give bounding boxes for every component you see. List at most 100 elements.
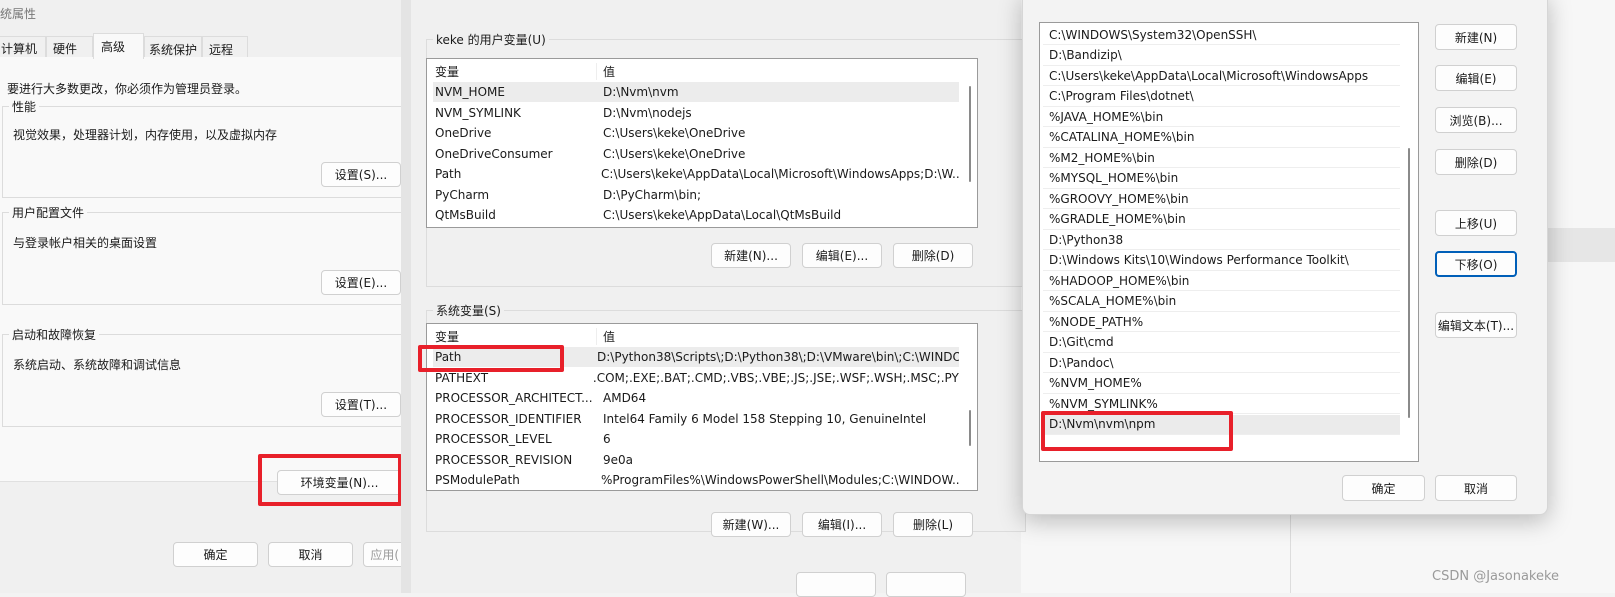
- path-entry[interactable]: %NODE_PATH%: [1043, 312, 1400, 332]
- group-label: keke 的用户变量(U): [433, 31, 549, 48]
- path-entry[interactable]: C:\Users\keke\AppData\Local\Microsoft\Wi…: [1043, 66, 1400, 86]
- user-new-button[interactable]: 新建(N)...: [711, 243, 791, 268]
- table-header: 变量值: [433, 325, 959, 347]
- tab-computer-name[interactable]: 计算机名: [0, 36, 46, 73]
- system-properties-dialog: 统属性 计算机名 硬件 高级 系统保护 远程 要进行大多数更改，你必须作为管理员…: [0, 0, 448, 593]
- table-row[interactable]: NVM_SYMLINK D:\Nvm\nodejs: [433, 103, 959, 123]
- delete-button[interactable]: 删除(D): [1435, 149, 1517, 175]
- ok-button[interactable]: 确定: [1342, 475, 1425, 501]
- column-header-value[interactable]: 值: [596, 327, 615, 345]
- watermark: CSDN @Jasonakeke: [1432, 569, 1560, 584]
- path-entry[interactable]: %SCALA_HOME%\bin: [1043, 292, 1400, 312]
- path-entry[interactable]: D:\Git\cmd: [1043, 333, 1400, 353]
- variable-value: D:\Nvm\nvm: [603, 85, 679, 99]
- variable-value: C:\Users\keke\AppData\Local\Microsoft\Wi…: [601, 167, 959, 181]
- path-entry[interactable]: %GRADLE_HOME%\bin: [1043, 210, 1400, 230]
- table-row[interactable]: OneDrive C:\Users\keke\OneDrive: [433, 123, 959, 143]
- variable-name: PATHEXT: [435, 370, 489, 385]
- user-edit-button[interactable]: 编辑(E)...: [802, 243, 882, 268]
- tab-panel: 要进行大多数更改，你必须作为管理员登录。 性能 视觉效果，处理器计划，内存使用，…: [0, 57, 412, 495]
- group-label: 启动和故障恢复: [9, 326, 100, 343]
- tab-hardware[interactable]: 硬件: [46, 36, 93, 58]
- path-entry[interactable]: C:\Program Files\dotnet\: [1043, 87, 1400, 107]
- ok-button[interactable]: 确定: [173, 542, 258, 567]
- user-delete-button[interactable]: 删除(D): [893, 243, 973, 268]
- path-entry[interactable]: %NVM_HOME%: [1043, 374, 1400, 394]
- table-row[interactable]: NVM_HOME D:\Nvm\nvm: [433, 82, 959, 102]
- browse-button[interactable]: 浏览(B)...: [1435, 107, 1517, 133]
- new-button[interactable]: 新建(N): [1435, 24, 1517, 50]
- startup-settings-button[interactable]: 设置(T)...: [321, 392, 401, 417]
- variable-value: D:\PyCharm\bin;: [603, 187, 702, 202]
- system-edit-button[interactable]: 编辑(I)...: [802, 512, 882, 537]
- path-entry[interactable]: %GROOVY_HOME%\bin: [1043, 189, 1400, 209]
- path-entry[interactable]: %CATALINA_HOME%\bin: [1043, 128, 1400, 148]
- tab-remote[interactable]: 远程: [202, 36, 248, 58]
- tab-advanced[interactable]: 高级: [93, 33, 144, 59]
- tab-system-protection[interactable]: 系统保护: [144, 36, 202, 58]
- background-band: [1548, 228, 1615, 262]
- cancel-button[interactable]: 取消: [268, 542, 353, 567]
- column-header-value[interactable]: 值: [596, 62, 615, 80]
- variable-name: OneDrive: [435, 126, 492, 140]
- column-header-name[interactable]: 变量: [433, 328, 596, 345]
- tab-bar: 计算机名 硬件 高级 系统保护 远程: [0, 33, 401, 73]
- group-desc: 系统启动、系统故障和调试信息: [13, 358, 182, 372]
- variable-name: PSModulePath: [435, 473, 520, 487]
- path-entry[interactable]: D:\Pandoc\: [1043, 353, 1400, 373]
- system-new-button[interactable]: 新建(W)...: [711, 512, 791, 537]
- scrollbar[interactable]: [969, 86, 971, 182]
- variable-value: D:\Nvm\nodejs: [603, 105, 692, 120]
- table-row[interactable]: PSModulePath %ProgramFiles%\WindowsPowerS…: [433, 470, 959, 490]
- path-entry[interactable]: D:\Windows Kits\10\Windows Performance T…: [1043, 251, 1400, 271]
- scrollbar[interactable]: [1408, 148, 1410, 418]
- performance-group: 性能 视觉效果，处理器计划，内存使用，以及虚拟内存 设置(S)...: [2, 98, 412, 198]
- path-entry[interactable]: %HADOOP_HOME%\bin: [1043, 271, 1400, 291]
- variable-name: Path: [435, 167, 462, 181]
- table-row[interactable]: PROCESSOR_LEVEL 6: [433, 429, 959, 449]
- table-row[interactable]: PyCharm D:\PyCharm\bin;: [433, 185, 959, 205]
- env-ok-button[interactable]: [796, 572, 876, 597]
- variable-value: AMD64: [603, 391, 647, 405]
- variable-value: C:\Users\keke\OneDrive: [603, 126, 746, 140]
- table-row[interactable]: PROCESSOR_IDENTIFIER Intel64 Family 6 Mod…: [433, 409, 959, 429]
- path-entry[interactable]: D:\Bandizip\: [1043, 46, 1400, 66]
- path-entry[interactable]: D:\Python38: [1043, 230, 1400, 250]
- edit-button[interactable]: 编辑(E): [1435, 65, 1517, 91]
- user-variables-table[interactable]: 变量值 NVM_HOME D:\Nvm\nvm NVM_SYMLINK D:\Nvm\…: [426, 58, 978, 228]
- path-list[interactable]: C:\WINDOWS\System32\OpenSSH\ D:\Bandizip\…: [1039, 22, 1419, 462]
- performance-settings-button[interactable]: 设置(S)...: [321, 162, 401, 187]
- move-down-button[interactable]: 下移(O): [1435, 251, 1517, 277]
- variable-value: %ProgramFiles%\WindowsPowerShell\Modules…: [601, 473, 959, 487]
- group-label: 用户配置文件: [9, 204, 88, 221]
- table-row[interactable]: Path C:\Users\keke\AppData\Local\Microsof…: [433, 164, 959, 184]
- variable-name: NVM_SYMLINK: [435, 105, 521, 120]
- path-entry[interactable]: %JAVA_HOME%\bin: [1043, 107, 1400, 127]
- highlight-box: [418, 345, 564, 372]
- env-cancel-button[interactable]: [886, 572, 966, 597]
- edit-path-dialog: C:\WINDOWS\System32\OpenSSH\ D:\Bandizip\…: [1022, 0, 1548, 515]
- variable-value: C:\Users\keke\AppData\Local\QtMsBuild: [603, 208, 842, 222]
- edit-text-button[interactable]: 编辑文本(T)...: [1435, 312, 1517, 338]
- scrollbar[interactable]: [969, 410, 971, 446]
- group-label: 性能: [9, 98, 40, 115]
- variable-value: Intel64 Family 6 Model 158 Stepping 10, …: [603, 411, 927, 426]
- highlight-box: [1041, 411, 1233, 451]
- variable-name: PROCESSOR_ARCHITECT...: [435, 391, 593, 405]
- variable-name: OneDriveConsumer: [435, 146, 553, 161]
- variable-value: .COM;.EXE;.BAT;.CMD;.VBS;.VBE;.JS;.JSE;.…: [592, 370, 959, 385]
- column-header-name[interactable]: 变量: [433, 63, 596, 80]
- table-row[interactable]: PROCESSOR_REVISION 9e0a: [433, 450, 959, 470]
- cancel-button[interactable]: 取消: [1435, 475, 1517, 501]
- startup-recovery-group: 启动和故障恢复 系统启动、系统故障和调试信息 设置(T)...: [2, 326, 412, 427]
- table-header: 变量值: [433, 60, 959, 82]
- user-profile-settings-button[interactable]: 设置(E)...: [321, 270, 401, 295]
- system-delete-button[interactable]: 删除(L): [893, 512, 973, 537]
- table-row[interactable]: OneDriveConsumer C:\Users\keke\OneDrive: [433, 144, 959, 164]
- path-entry[interactable]: %M2_HOME%\bin: [1043, 148, 1400, 168]
- path-entry[interactable]: C:\WINDOWS\System32\OpenSSH\: [1043, 25, 1400, 45]
- table-row[interactable]: QtMsBuild C:\Users\keke\AppData\Local\QtM…: [433, 205, 959, 225]
- path-entry[interactable]: %MYSQL_HOME%\bin: [1043, 169, 1400, 189]
- move-up-button[interactable]: 上移(U): [1435, 210, 1517, 236]
- table-row[interactable]: PROCESSOR_ARCHITECT... AMD64: [433, 388, 959, 408]
